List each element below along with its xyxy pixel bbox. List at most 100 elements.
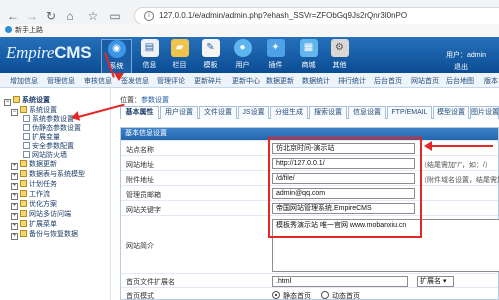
home-extension-label: 首页文件扩展名 — [126, 279, 175, 286]
function-link[interactable]: 签发信息 — [121, 76, 149, 86]
sidebar-label: 系统参数设置 — [32, 116, 74, 123]
cart-icon: ▦ — [299, 39, 318, 57]
folder-icon — [20, 190, 27, 197]
sidebar-label: 伪静态参数设置 — [32, 125, 81, 132]
folder-icon — [20, 180, 27, 187]
module-shop[interactable]: ▦ 商城 — [293, 39, 324, 73]
home-mode-label: 首页模式 — [126, 293, 154, 300]
plugin-icon: ✦ — [266, 39, 285, 57]
function-link[interactable]: 排行统计 — [338, 76, 366, 86]
sidebar-label: 网站防火墙 — [32, 152, 67, 159]
current-user: 用户：admin — [446, 52, 487, 59]
logout-link[interactable]: 退出 — [454, 62, 468, 72]
function-link[interactable]: 版本 — [484, 76, 498, 86]
sidebar-label: 扩展变量 — [32, 134, 60, 141]
module-label: 模板 — [203, 62, 218, 69]
sidebar-label: 工作流 — [29, 191, 50, 198]
breadcrumb-current[interactable]: 参数设置 — [141, 97, 169, 104]
extension-select[interactable]: 扩展名 ▾ — [417, 276, 454, 287]
form-row: 首页模式 静态首页 动态首页 — [121, 287, 498, 300]
home-icon[interactable]: ⌂ — [63, 9, 77, 23]
forward-icon[interactable]: → — [25, 9, 39, 23]
module-other[interactable]: ⚙ 其他 — [324, 39, 355, 73]
collapse-icon[interactable]: − — [4, 99, 11, 106]
globe-icon: ◉ — [107, 40, 126, 58]
function-link[interactable]: 管理评论 — [157, 76, 185, 86]
module-info[interactable]: ▤ 信息 — [134, 39, 165, 73]
breadcrumb: 位置：参数设置 — [120, 95, 169, 105]
tab-image-settings[interactable]: 图片设置 — [470, 106, 499, 119]
function-link[interactable]: 数据统计 — [302, 76, 330, 86]
sidebar-label: 备份与恢复数据 — [29, 231, 78, 238]
bookmark-star-icon[interactable]: ☆ — [86, 9, 100, 23]
template-icon: ✎ — [201, 39, 220, 57]
refresh-icon[interactable]: ↻ — [44, 9, 58, 23]
site-keywords-label: 网站关键字 — [126, 207, 161, 214]
function-link[interactable]: 网站首页 — [411, 76, 439, 86]
page-icon — [23, 115, 30, 122]
tools-icon: ⚙ — [330, 39, 349, 57]
tab-search-settings[interactable]: 搜索设置 — [309, 106, 347, 119]
tab-user-settings[interactable]: 用户设置 — [160, 106, 198, 119]
module-column[interactable]: ▰ 栏目 — [164, 39, 195, 73]
back-icon[interactable]: ← — [6, 9, 20, 23]
sidebar-label: 扩展菜单 — [29, 221, 57, 228]
extension-select-label: 扩展名 — [420, 278, 441, 285]
info-icon[interactable]: i — [144, 11, 154, 21]
expand-icon[interactable]: + — [11, 233, 18, 240]
tab-info-settings[interactable]: 信息设置 — [348, 106, 386, 119]
module-template[interactable]: ✎ 模板 — [195, 39, 226, 73]
url-text[interactable]: 127.0.0.1/e/admin/admin.php?ehash_SSVr=Z… — [159, 11, 407, 20]
logo-main: Empire — [6, 43, 55, 62]
folder-icon — [20, 160, 27, 167]
tab-file-settings[interactable]: 文件设置 — [199, 106, 237, 119]
tab-group-generate[interactable]: 分组生成 — [270, 106, 308, 119]
tab-js-settings[interactable]: JS设置 — [238, 106, 269, 119]
dynamic-home-label: 动态首页 — [332, 293, 360, 300]
folder-icon — [20, 106, 27, 113]
dynamic-home-radio[interactable] — [321, 291, 329, 299]
module-plugin[interactable]: ✦ 插件 — [260, 39, 291, 73]
static-home-radio[interactable] — [272, 291, 280, 299]
function-link[interactable]: 管理信息 — [47, 76, 75, 86]
settings-tabs: 基本属性 用户设置 文件设置 JS设置 分组生成 搜索设置 信息设置 FTP/E… — [120, 105, 499, 119]
site-name-label: 站点名称 — [126, 147, 154, 154]
function-link[interactable]: 更新碎片 — [194, 76, 222, 86]
sidebar-label: 安全参数配置 — [32, 143, 74, 150]
sidebar-label: 数据更新 — [29, 161, 57, 168]
tab-basic-properties[interactable]: 基本属性 — [120, 106, 159, 119]
sidebar-item-backup[interactable]: + 备份与恢复数据 — [11, 229, 78, 240]
app-header: EmpireCMS ◉ 系统 ▤ 信息 ▰ 栏目 ✎ 模板 ● 用户 ✦ 插件 … — [0, 37, 499, 73]
logo-suffix: CMS — [54, 43, 92, 62]
page-icon — [23, 133, 30, 140]
tab-list-icon[interactable]: ▭ — [108, 9, 122, 23]
site-url-note: （结尾需加"/"，如：/） — [420, 162, 492, 169]
sidebar-label: 系统设置 — [22, 97, 50, 104]
module-label: 插件 — [268, 62, 283, 69]
function-link[interactable]: 后台首页 — [374, 76, 402, 86]
function-link[interactable]: 增加信息 — [10, 76, 38, 86]
folder-icon — [20, 220, 27, 227]
tab-ftp-email[interactable]: FTP/EMAIL — [387, 106, 432, 119]
function-link[interactable]: 数据更新 — [266, 76, 294, 86]
module-label: 商城 — [301, 62, 316, 69]
home-extension-input[interactable]: .html — [272, 276, 408, 287]
tab-model-settings[interactable]: 模型设置 — [433, 106, 469, 119]
sidebar-label: 计划任务 — [29, 181, 57, 188]
folder-icon — [20, 210, 27, 217]
document-icon: ▤ — [140, 39, 159, 57]
folder-icon — [20, 200, 27, 207]
attachment-url-note: （附件域名设置，结尾需加"/"） — [420, 177, 499, 184]
annotation-arrow-line — [430, 145, 493, 147]
address-bar[interactable]: i 127.0.0.1/e/admin/admin.php?ehash_SSVr… — [134, 7, 499, 25]
collapse-icon[interactable]: − — [11, 109, 18, 116]
function-link[interactable]: 审核信息 — [84, 76, 112, 86]
page-icon — [23, 142, 30, 149]
annotation-arrow-head — [424, 141, 432, 151]
bookmark-label: 新手上路 — [15, 27, 43, 34]
function-link[interactable]: 更新中心 — [232, 76, 260, 86]
bookmark-item[interactable]: 新手上路 — [5, 25, 43, 35]
site-description-label: 网站简介 — [126, 243, 154, 250]
function-link[interactable]: 后台地图 — [446, 76, 474, 86]
module-user[interactable]: ● 用户 — [227, 39, 258, 73]
